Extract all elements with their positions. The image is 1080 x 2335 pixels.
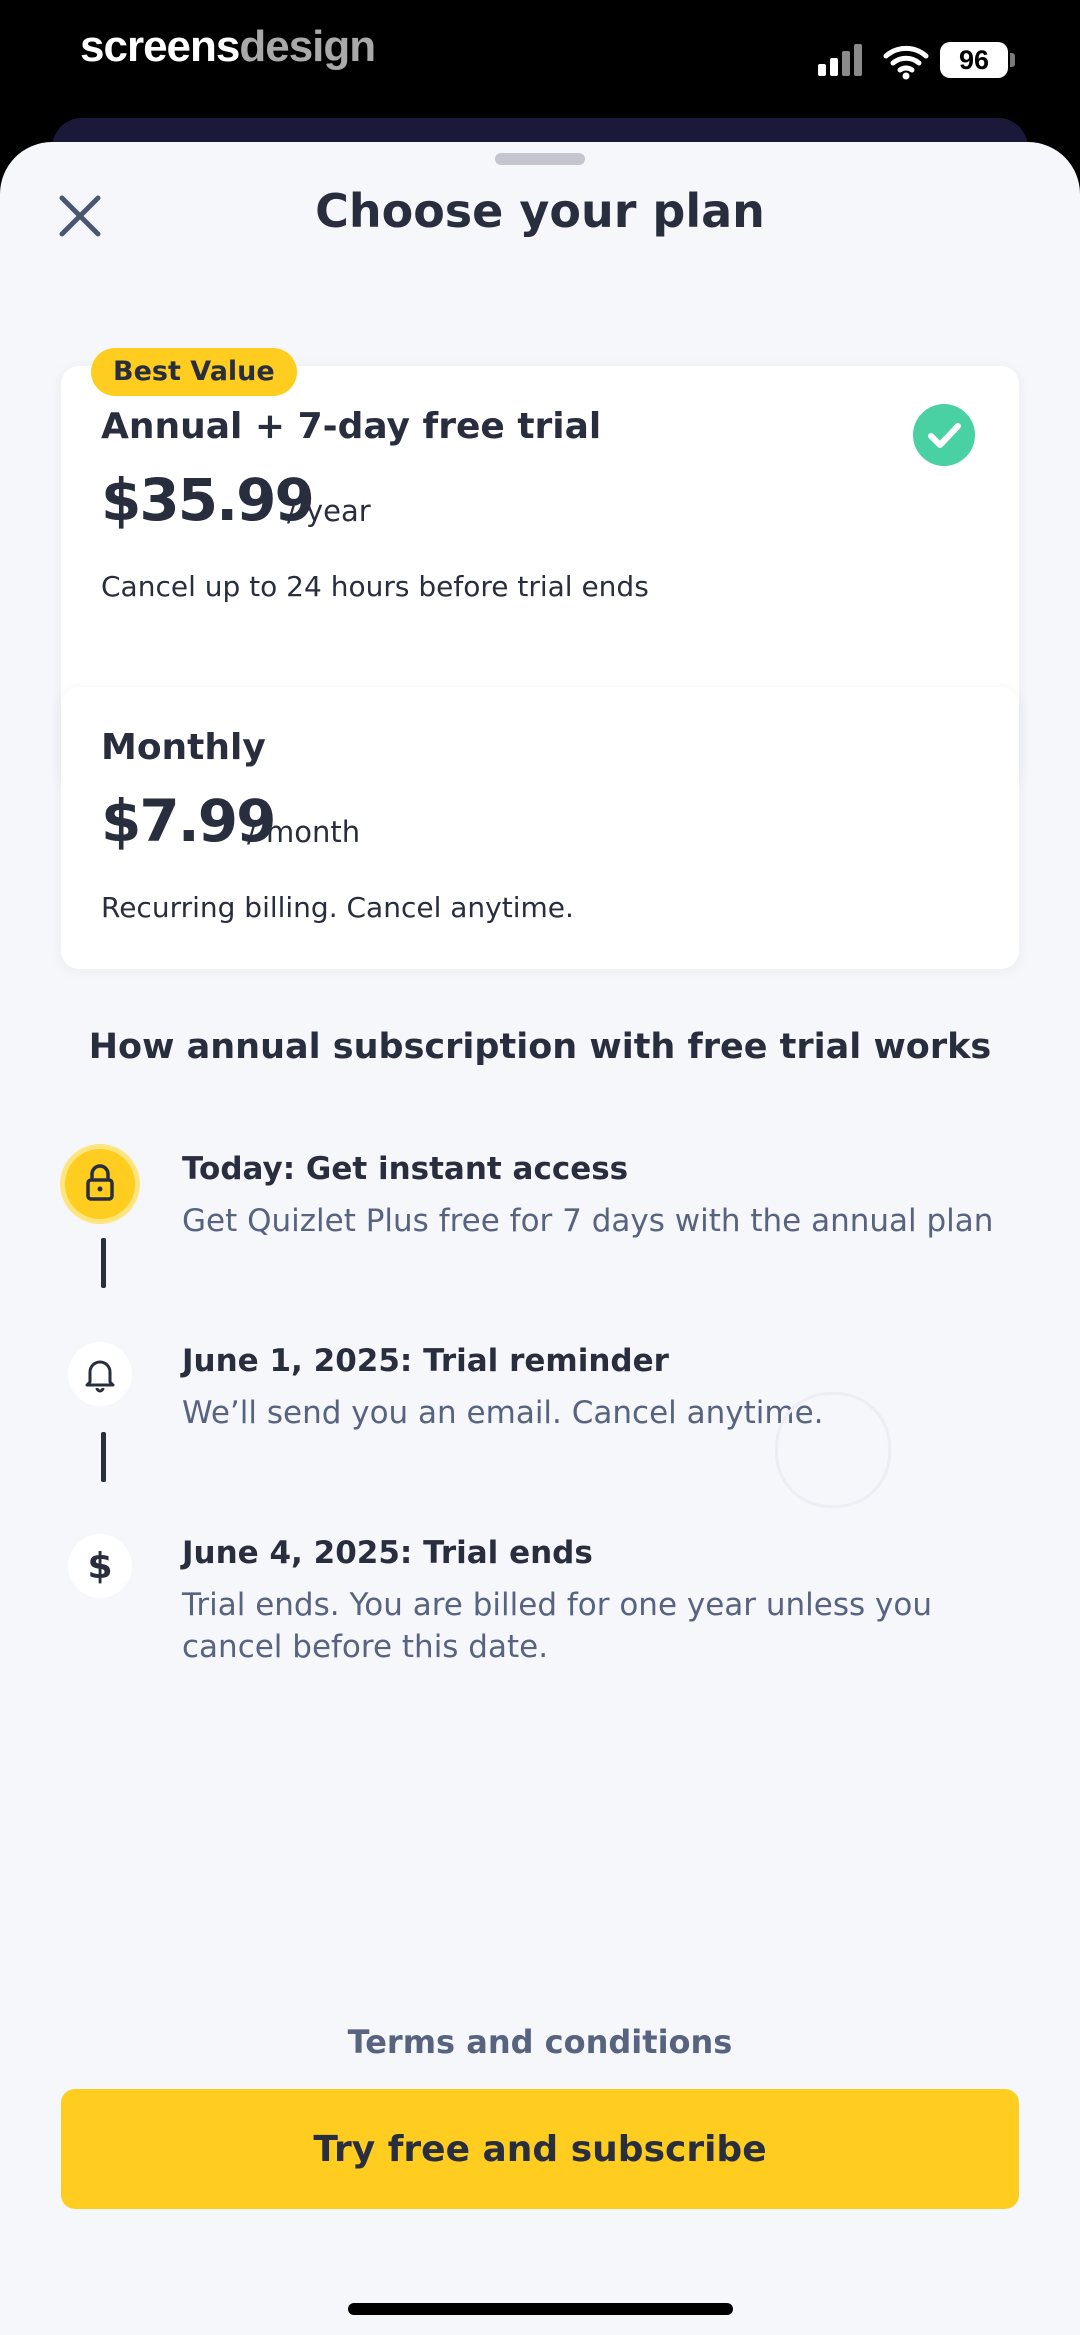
step-body: Get Quizlet Plus free for 7 days with th…	[182, 1203, 994, 1239]
svg-text:$: $	[87, 1546, 112, 1587]
plan-description: Cancel up to 24 hours before trial ends	[101, 570, 649, 603]
page-title: Choose your plan	[315, 184, 765, 238]
sheet-grabber[interactable]	[495, 153, 585, 165]
how-it-works-title: How annual subscription with free trial …	[88, 1027, 992, 1067]
plan-period: / year	[287, 494, 371, 528]
timeline-connector	[101, 1432, 106, 1482]
terms-link[interactable]: Terms and conditions	[0, 2023, 1080, 2061]
status-bar: screensdesign 96	[0, 0, 1080, 120]
loading-indicator	[775, 1392, 891, 1508]
try-free-subscribe-button[interactable]: Try free and subscribe	[61, 2089, 1019, 2209]
battery-icon: 96	[940, 42, 1008, 78]
bell-icon	[68, 1342, 132, 1406]
plan-period: / month	[247, 815, 361, 849]
plan-card-monthly[interactable]: Monthly $7.99 / month Recurring billing.…	[61, 687, 1019, 969]
brand-part-1: screens	[80, 22, 240, 71]
plan-price: $35.99	[101, 466, 315, 534]
check-icon	[913, 404, 975, 466]
battery-level: 96	[958, 45, 990, 75]
wifi-icon	[883, 45, 929, 80]
step-heading: June 4, 2025: Trial ends	[182, 1535, 593, 1571]
dollar-icon: $	[68, 1534, 132, 1598]
brand-watermark: screensdesign	[80, 22, 376, 72]
battery-tip	[1010, 53, 1015, 67]
timeline-connector	[101, 1238, 106, 1288]
home-indicator	[348, 2303, 733, 2315]
brand-part-2: design	[239, 22, 376, 71]
plan-name: Monthly	[101, 727, 266, 768]
signal-icon	[818, 44, 864, 76]
step-heading: June 1, 2025: Trial reminder	[182, 1343, 669, 1379]
plan-sheet: Choose your plan Best Value Annual + 7-d…	[0, 142, 1080, 2335]
step-body: Trial ends. You are billed for one year …	[182, 1587, 932, 1665]
plan-description: Recurring billing. Cancel anytime.	[101, 891, 574, 924]
lock-icon	[60, 1144, 140, 1224]
step-heading: Today: Get instant access	[182, 1151, 629, 1187]
plan-name: Annual + 7-day free trial	[101, 406, 602, 447]
step-body: We’ll send you an email. Cancel anytime.	[182, 1395, 824, 1431]
best-value-badge: Best Value	[91, 348, 297, 396]
